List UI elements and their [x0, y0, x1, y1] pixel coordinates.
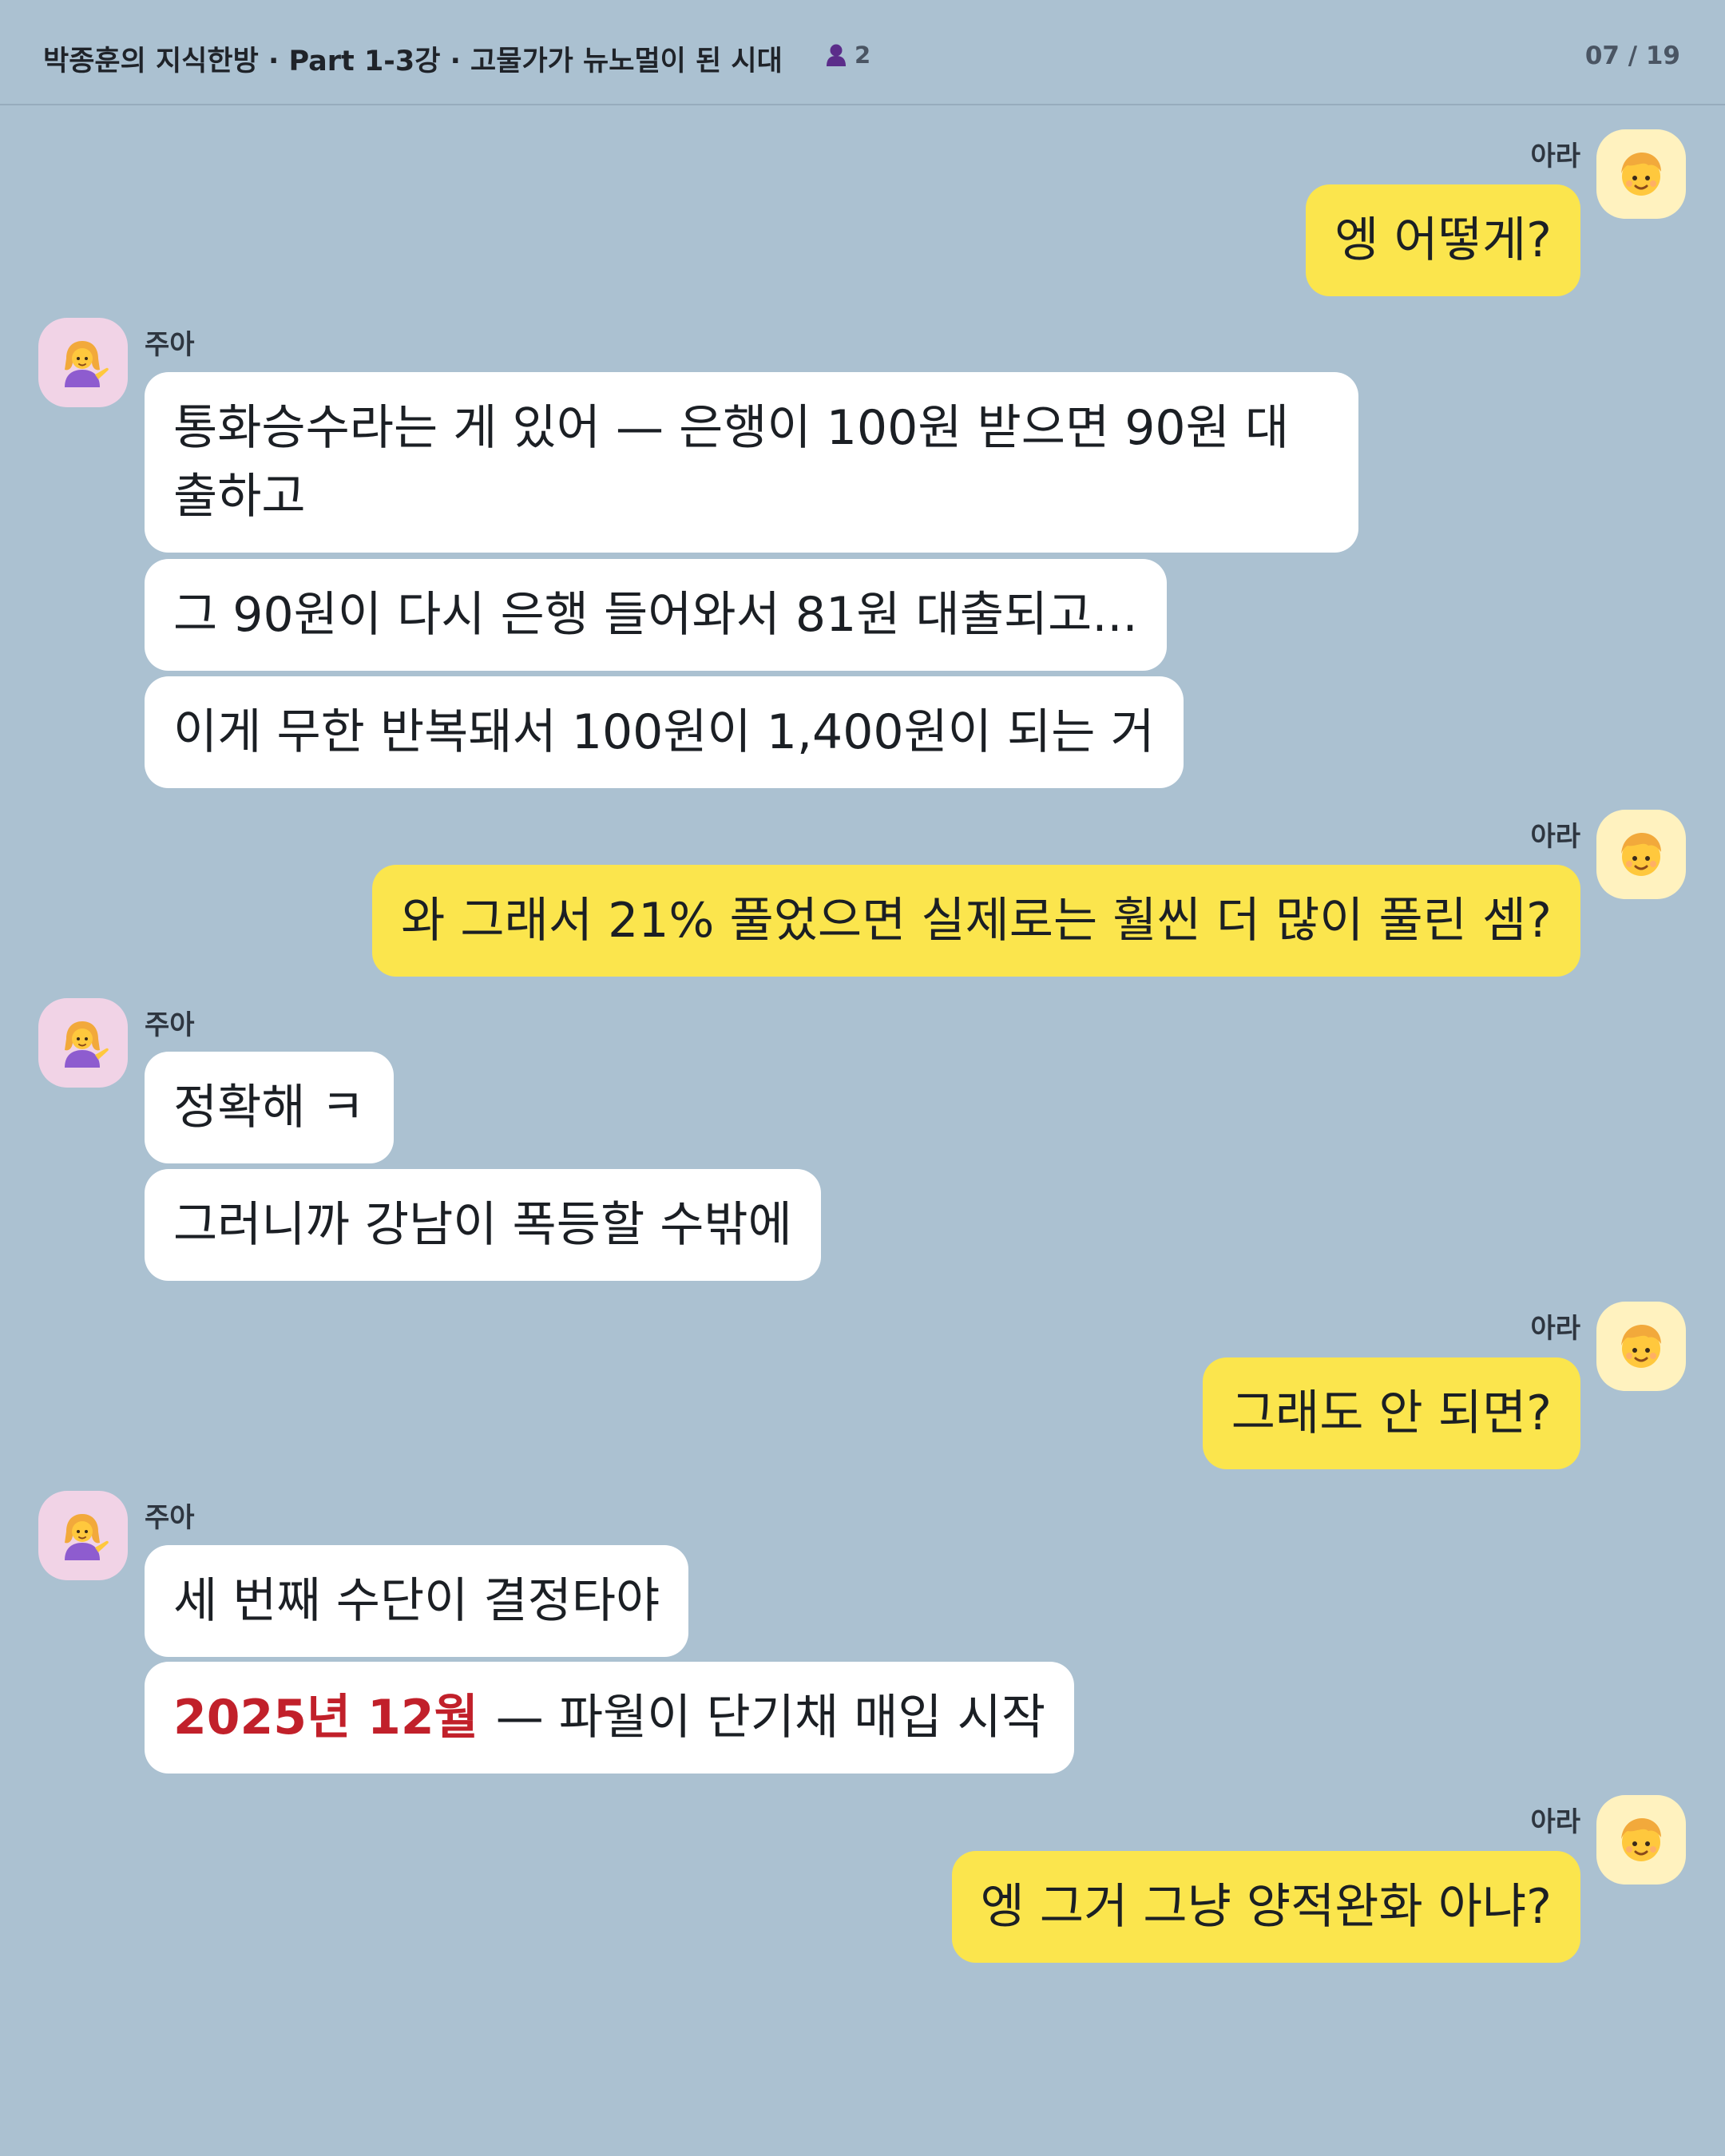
message-bubble[interactable]: 세 번째 수단이 결정타야 — [145, 1545, 689, 1657]
member-count[interactable]: 2 — [826, 42, 870, 69]
message-bubble[interactable]: 2025년 12월 — 파월이 단기채 매입 시작 — [145, 1662, 1075, 1774]
message-text: 그러니까 강남이 폭등할 수밖에 — [173, 1197, 792, 1253]
message-text: 엥 그거 그냥 양적완화 아냐? — [980, 1879, 1552, 1935]
message-bubble[interactable]: 통화승수라는 게 있어 — 은행이 100원 받으면 90원 대출하고 — [145, 372, 1358, 553]
person-tipping-hand-emoji-icon — [55, 1015, 111, 1071]
chat-title: 박종훈의 지식한방 · Part 1-3강 · 고물가가 뉴노멀이 된 시대 — [43, 46, 783, 77]
message-text: — 파월이 단기채 매입 시작 — [495, 1690, 1046, 1746]
avatar[interactable] — [1596, 129, 1686, 219]
message-text: 통화승수라는 게 있어 — 은행이 100원 받으면 90원 대출하고 — [173, 400, 1290, 525]
message-text: 그래도 안 되면? — [1231, 1385, 1552, 1441]
blond-child-emoji-icon — [1613, 1318, 1669, 1374]
sender-name: 주아 — [145, 329, 195, 361]
member-count-value: 2 — [855, 42, 871, 69]
avatar[interactable] — [1596, 1795, 1686, 1885]
blond-child-emoji-icon — [1613, 1812, 1669, 1868]
message-text: 그 90원이 다시 은행 들어와서 81원 대출되고... — [173, 587, 1138, 643]
message-text: 정확해 ㅋ — [173, 1080, 365, 1135]
message-bubble[interactable]: 이게 무한 반복돼서 100원이 1,400원이 되는 거 — [145, 676, 1184, 788]
person-tipping-hand-emoji-icon — [55, 1508, 111, 1563]
blond-child-emoji-icon — [1613, 146, 1669, 202]
sender-name: 아라 — [1530, 141, 1580, 172]
person-icon — [827, 44, 846, 66]
sender-name: 아라 — [1530, 1313, 1580, 1345]
message-text: 엥 어떻게? — [1334, 212, 1552, 268]
highlight-date: 2025년 12월 — [173, 1690, 478, 1746]
blond-child-emoji-icon — [1613, 826, 1669, 882]
sender-name: 주아 — [145, 1009, 195, 1041]
message-bubble[interactable]: 엥 어떻게? — [1306, 184, 1580, 296]
avatar[interactable] — [38, 318, 128, 407]
message-bubble[interactable]: 그러니까 강남이 폭등할 수밖에 — [145, 1169, 821, 1281]
message-bubble[interactable]: 정확해 ㅋ — [145, 1052, 394, 1163]
person-tipping-hand-emoji-icon — [55, 335, 111, 390]
message-bubble[interactable]: 그 90원이 다시 은행 들어와서 81원 대출되고... — [145, 559, 1167, 671]
avatar[interactable] — [1596, 810, 1686, 899]
message-bubble[interactable]: 와 그래서 21% 풀었으면 실제로는 훨씬 더 많이 풀린 셈? — [372, 865, 1580, 977]
message-text: 세 번째 수단이 결정타야 — [173, 1573, 660, 1629]
message-text: 이게 무한 반복돼서 100원이 1,400원이 되는 거 — [173, 704, 1155, 760]
sender-name: 아라 — [1530, 1806, 1580, 1838]
sender-name: 주아 — [145, 1502, 195, 1534]
sender-name: 아라 — [1530, 821, 1580, 853]
avatar[interactable] — [1596, 1302, 1686, 1391]
avatar[interactable] — [38, 1491, 128, 1580]
avatar[interactable] — [38, 998, 128, 1088]
chat-header: 박종훈의 지식한방 · Part 1-3강 · 고물가가 뉴노멀이 된 시대 2… — [0, 0, 1725, 105]
page-counter: 07 / 19 — [1584, 42, 1680, 70]
message-bubble[interactable]: 엥 그거 그냥 양적완화 아냐? — [951, 1851, 1580, 1963]
message-text: 와 그래서 21% 풀었으면 실제로는 훨씬 더 많이 풀린 셈? — [401, 893, 1552, 949]
message-bubble[interactable]: 그래도 안 되면? — [1202, 1357, 1580, 1469]
